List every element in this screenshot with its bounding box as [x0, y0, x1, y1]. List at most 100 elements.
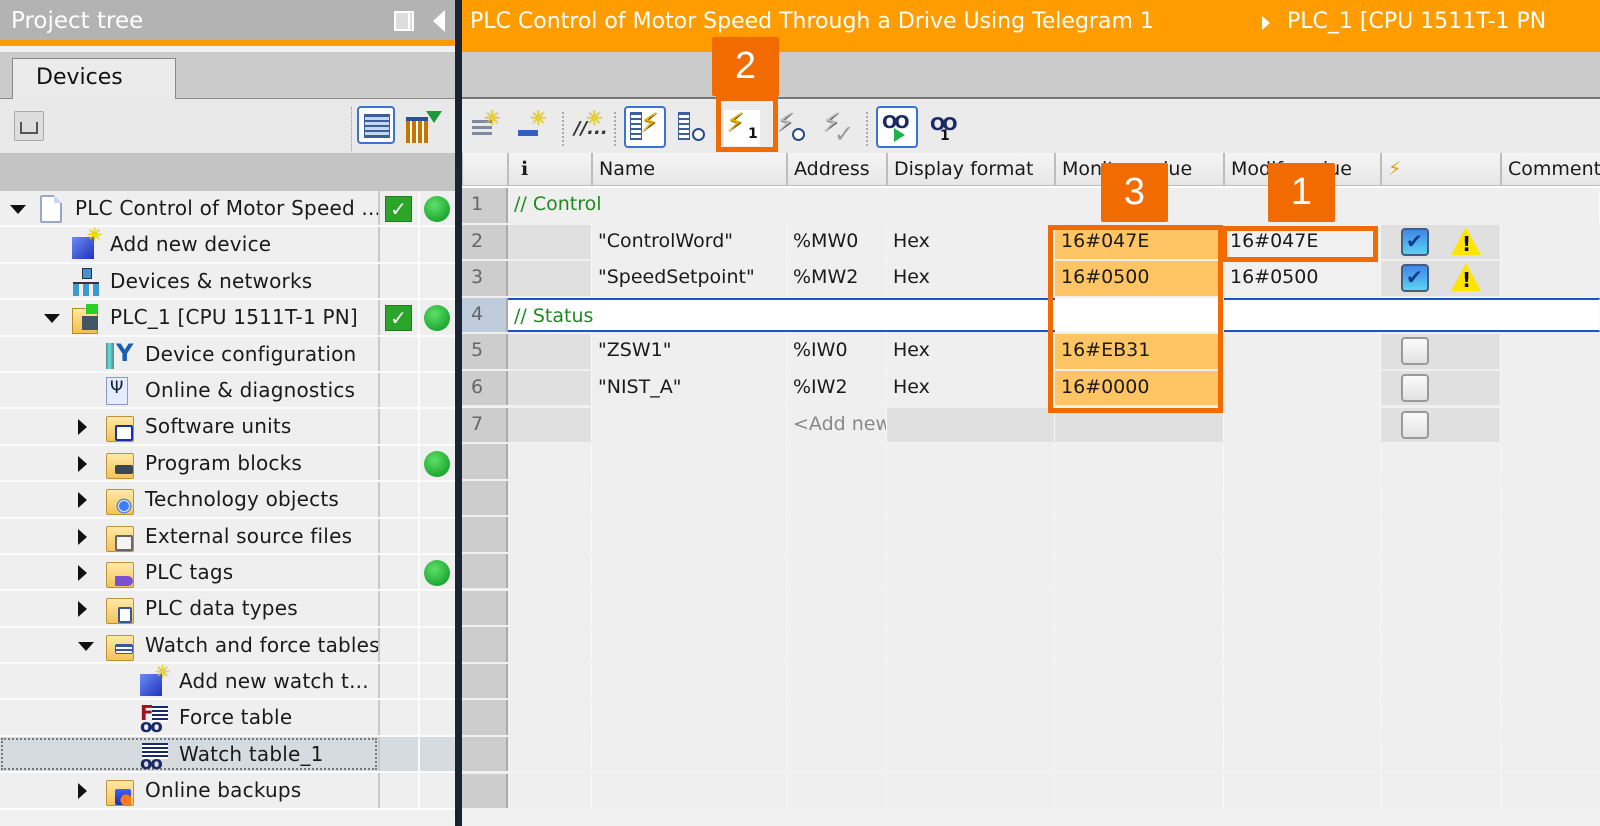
tree-item[interactable]: External source files [0, 518, 455, 555]
modify-checkbox[interactable] [1401, 373, 1429, 402]
breadcrumb-device[interactable]: PLC_1 [CPU 1511T-1 PN [1287, 9, 1546, 34]
modify-checkbox[interactable] [1401, 410, 1429, 439]
row-number[interactable] [462, 480, 508, 516]
comment-cell[interactable] [1501, 370, 1600, 406]
tree-item[interactable]: Force table [0, 700, 455, 737]
expand-arrow-right-icon[interactable] [78, 528, 87, 545]
header-address[interactable]: Address [787, 153, 887, 186]
display-format-cell[interactable]: Hex [887, 261, 1055, 296]
tree-item-main[interactable]: Online & diagnostics [0, 373, 378, 407]
table-row[interactable]: 3 "SpeedSetpoint" %MW2 Hex 16#0500 16#0500 [462, 261, 1600, 298]
expand-arrow-right-icon[interactable] [78, 492, 87, 509]
expand-arrow-down-icon[interactable] [10, 205, 26, 214]
tree-item-main[interactable]: Online backups [0, 773, 378, 807]
tree-item-main[interactable]: PLC Control of Motor Speed ... [0, 191, 381, 225]
modify-value-cell[interactable] [1224, 370, 1381, 406]
breadcrumb-project[interactable]: PLC Control of Motor Speed Through a Dri… [470, 9, 1154, 34]
header-modify-flag[interactable]: ⚡ [1381, 153, 1501, 186]
tree-item-main[interactable]: PLC data types [0, 591, 378, 625]
expand-arrow-right-icon[interactable] [78, 419, 87, 436]
header-display-format[interactable]: Display format [887, 153, 1055, 186]
tree-item[interactable]: Watch table_1 [0, 736, 455, 774]
empty-table-row[interactable] [462, 590, 1600, 628]
modify-value-cell[interactable]: 16#047E [1224, 224, 1381, 260]
empty-table-row[interactable] [462, 553, 1600, 591]
comment-cell[interactable] [1501, 261, 1600, 296]
row-number[interactable]: 5 [462, 334, 508, 369]
tree-item-main[interactable]: PLC tags [0, 555, 378, 589]
modify-checkbox-checked[interactable] [1401, 227, 1429, 256]
tree-item-main[interactable]: Force table [0, 700, 378, 737]
row-number[interactable]: 2 [462, 224, 508, 260]
table-row[interactable]: 1// Control [462, 188, 1600, 225]
display-format-cell[interactable] [887, 407, 1055, 443]
table-row[interactable]: 6 "NIST_A" %IW2 Hex 16#0000 [462, 370, 1600, 408]
row-number[interactable] [462, 773, 508, 808]
tree-item-main[interactable]: Technology objects [0, 482, 378, 516]
tree-item[interactable]: Add new watch t... [0, 662, 455, 701]
empty-table-row[interactable] [462, 627, 1600, 664]
empty-table-row[interactable] [462, 480, 1600, 518]
tree-item[interactable]: Technology objects [0, 482, 455, 519]
modify-checkbox[interactable] [1401, 337, 1429, 366]
table-row[interactable]: 2 "ControlWord" %MW0 Hex 16#047E 16#047E [462, 224, 1600, 262]
tree-item[interactable]: Device configuration [0, 336, 455, 373]
empty-table-row[interactable] [462, 517, 1600, 554]
tag-name-cell[interactable]: "SpeedSetpoint" [592, 261, 787, 296]
modify-value-cell[interactable] [1224, 407, 1381, 443]
address-cell[interactable]: %IW2 [787, 370, 887, 406]
tab-devices[interactable]: Devices [12, 58, 176, 100]
tree-item-main[interactable]: Watch table_1 [0, 737, 378, 774]
comment-cell[interactable] [1501, 407, 1600, 443]
collapse-panel-icon[interactable] [433, 10, 445, 32]
expand-arrow-down-icon[interactable] [78, 641, 94, 651]
add-new-placeholder[interactable]: <Add new> [787, 407, 887, 443]
tree-item[interactable]: Online backups [0, 773, 455, 810]
display-format-cell[interactable]: Hex [887, 334, 1055, 369]
tag-name-cell[interactable]: "NIST_A" [592, 370, 787, 406]
row-number[interactable] [462, 517, 508, 552]
detail-view-icon[interactable] [357, 106, 395, 144]
tree-item-main[interactable]: Device configuration [0, 337, 378, 371]
expand-arrow-right-icon[interactable] [78, 783, 87, 800]
tree-item-main[interactable]: Program blocks [0, 446, 378, 480]
expand-arrow-right-icon[interactable] [78, 601, 87, 618]
header-comment[interactable]: Comment [1501, 153, 1600, 186]
modify-value-cell[interactable]: 16#0500 [1224, 261, 1381, 296]
tree-item-main[interactable]: Add new watch t... [0, 662, 378, 698]
tree-item[interactable]: Devices & networks [0, 263, 455, 301]
modify-checkbox-checked[interactable] [1401, 264, 1429, 293]
table-row[interactable]: 7 <Add new> [462, 407, 1600, 445]
empty-table-row[interactable] [462, 444, 1600, 481]
table-row[interactable]: 4// Status [462, 297, 1600, 335]
row-number[interactable] [462, 627, 508, 662]
tree-item-main[interactable]: External source files [0, 519, 378, 553]
tag-name-cell[interactable]: "ControlWord" [592, 224, 787, 260]
tree-item[interactable]: Program blocks [0, 445, 455, 483]
modify-value-cell[interactable] [1224, 334, 1381, 369]
tree-item-main[interactable]: Devices & networks [0, 264, 378, 298]
tree-item-main[interactable]: Add new device [0, 225, 378, 261]
tree-item[interactable]: PLC data types [0, 591, 455, 628]
header-name[interactable]: Name [592, 153, 787, 186]
address-cell[interactable]: %MW0 [787, 224, 887, 260]
expand-arrow-right-icon[interactable] [78, 455, 87, 472]
row-number[interactable]: 3 [462, 261, 508, 296]
enable-peripheral-outputs-icon[interactable]: ⚡ ✓ [820, 108, 856, 148]
comment-row-cell[interactable]: // Control [508, 188, 1600, 223]
tree-item[interactable]: PLC_1 [CPU 1511T-1 PN] ✓ [0, 300, 455, 337]
tree-item[interactable]: Online & diagnostics [0, 372, 455, 410]
empty-table-row[interactable] [462, 736, 1600, 774]
tree-item-main[interactable]: PLC_1 [CPU 1511T-1 PN] [0, 300, 378, 335]
tree-item-main[interactable]: Software units [0, 409, 378, 443]
tag-name-cell[interactable] [592, 407, 787, 443]
show-modify-columns-icon[interactable]: ⚡ [624, 106, 666, 148]
empty-table-row[interactable] [462, 663, 1600, 701]
comment-row-cell[interactable]: // Status [508, 297, 1600, 333]
tree-item[interactable]: PLC Control of Motor Speed ... ✓ [0, 191, 455, 228]
tree-item[interactable]: Software units [0, 409, 455, 446]
insert-comment-row-icon[interactable]: //... ✳ [572, 106, 608, 146]
display-format-cell[interactable]: Hex [887, 224, 1055, 260]
display-format-cell[interactable]: Hex [887, 370, 1055, 406]
header-info[interactable]: i [508, 153, 592, 186]
